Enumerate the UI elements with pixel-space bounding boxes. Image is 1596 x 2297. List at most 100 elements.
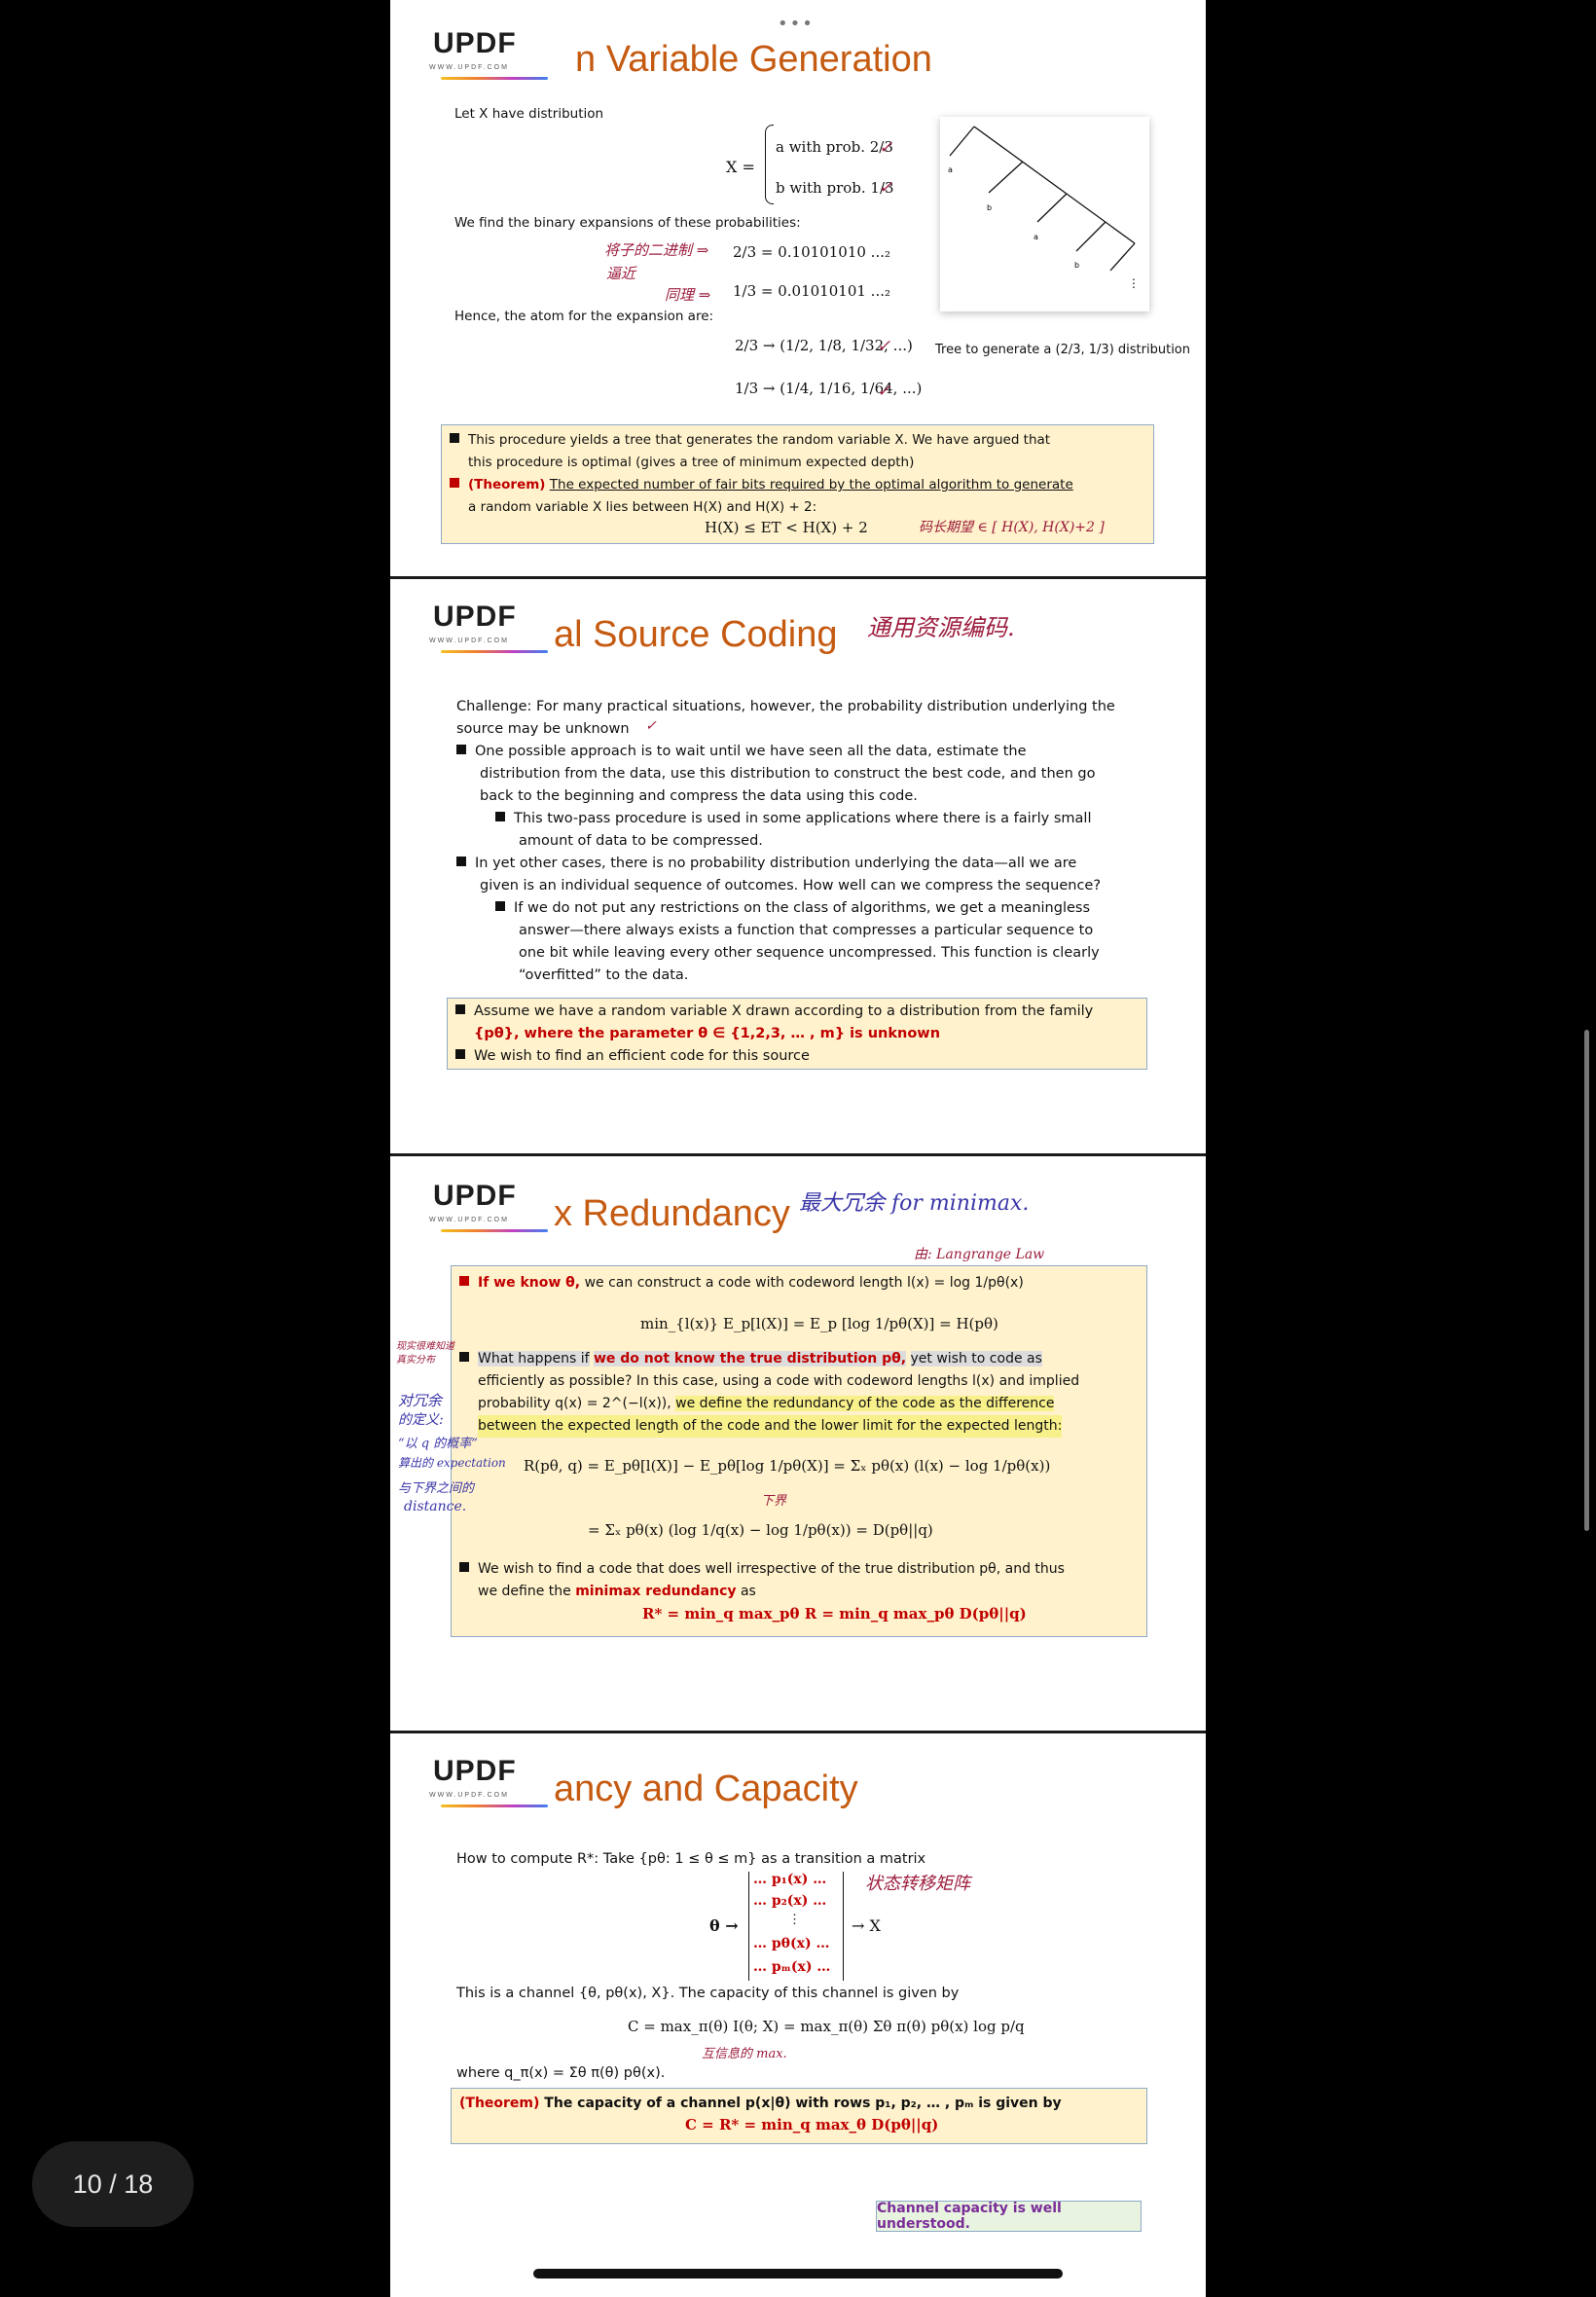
box-line-1: Assume we have a random variable X drawn…: [474, 1003, 1094, 1019]
formula-entropy: min_{l(x)} E_p[l(X)] = E_p [log 1/pθ(X)]…: [640, 1315, 998, 1332]
margin-note: 真实分布: [396, 1355, 435, 1366]
bullet-2-line-1: In yet other cases, there is no probabil…: [475, 856, 1077, 871]
sub-bullet-2-line-3: one bit while leaving every other sequen…: [519, 945, 1100, 961]
box-line-4: probability q(x) = 2^(−l(x)), we define …: [478, 1393, 1055, 1415]
box-line: (Theorem) The expected number of fair bi…: [450, 474, 1073, 496]
formula-redundancy: R(pθ, q) = E_pθ[l(X)] − E_pθ[log 1/pθ(X)…: [524, 1457, 1051, 1475]
bullet-1-line-1: One possible approach is to wait until w…: [475, 744, 1027, 759]
box-line-4-b: we define the redundancy of the code as …: [675, 1396, 1055, 1411]
slide-title: n Variable Generation: [575, 39, 932, 81]
check-mark: ✓: [879, 178, 893, 198]
case-b: b with prob. 1/3: [776, 179, 894, 197]
theorem-label: (Theorem): [468, 477, 546, 492]
tree-svg: a b a b ⋮: [948, 126, 1140, 290]
margin-note: 与下界之间的: [398, 1481, 475, 1496]
logo-text: UPDF: [433, 601, 517, 633]
bullet-2-line-2: given is an individual sequence of outco…: [480, 878, 1102, 893]
box-line: We wish to find an efficient code for th…: [455, 1045, 810, 1068]
box-line-1-rest: we can construct a code with codeword le…: [584, 1275, 1024, 1291]
handwritten-note: 由: Langrange Law: [914, 1247, 1045, 1262]
bullet-icon: [459, 1352, 469, 1362]
page-indicator[interactable]: 10 / 18: [32, 2141, 194, 2227]
sub-bullet-1-line-1: This two-pass procedure is used in some …: [514, 811, 1092, 826]
check-mark: ✓: [879, 138, 893, 158]
box-line-6: We wish to find a code that does well ir…: [459, 1558, 1065, 1581]
intro-text: Let X have distribution: [454, 106, 604, 122]
handwritten-note: 将子的二进制 ⇒: [604, 241, 709, 259]
cases-brace: [765, 125, 774, 204]
handwritten-note: 同理 ⇒: [665, 286, 711, 304]
capacity-theorem-box: (Theorem) The capacity of a channel p(x|…: [451, 2088, 1147, 2144]
home-indicator-bar[interactable]: [533, 2269, 1063, 2279]
red-emphasis: If we know θ,: [478, 1275, 581, 1291]
binary-expansion-2-3: 2/3 = 0.10101010 ...₂: [733, 243, 890, 261]
bullet-icon: [495, 901, 505, 911]
sub-bullet-2-line-2: answer—there always exists a function th…: [519, 923, 1094, 938]
box-formula: H(X) ≤ ET < H(X) + 2: [705, 519, 868, 536]
intro-text: How to compute R*: Take {pθ: 1 ≤ θ ≤ m} …: [456, 1851, 926, 1867]
box-line-6-text: We wish to find a code that does well ir…: [478, 1561, 1065, 1577]
logo-url: WWW.UPDF.COM: [429, 64, 509, 71]
box-line-7: we define the minimax redundancy as: [478, 1581, 756, 1603]
theorem-box: This procedure yields a tree that genera…: [441, 424, 1154, 544]
bullet-icon: [456, 857, 466, 866]
handwritten-note: 码长期望 ∈ [ H(X), H(X)+2 ]: [919, 520, 1105, 535]
box-line-4: a random variable X lies between H(X) an…: [468, 499, 817, 515]
slide-title-text: ancy and Capacity: [554, 1768, 858, 1809]
check-mark: ✓: [877, 382, 891, 401]
more-options-dots[interactable]: •••: [778, 14, 815, 34]
channel-text: This is a channel {θ, pθ(x), X}. The cap…: [456, 1986, 960, 2001]
handwritten-note: 状态转移矩阵: [865, 1874, 970, 1894]
box-line-1: If we know θ, we can construct a code wi…: [459, 1272, 1024, 1294]
logo-url: WWW.UPDF.COM: [429, 1792, 509, 1799]
margin-note: distance.: [404, 1499, 467, 1514]
scrollbar-thumb[interactable]: [1584, 1030, 1589, 1531]
box-line-4-a: probability q(x) = 2^(−l(x)),: [478, 1396, 671, 1411]
box-line-2-a: What happens if: [478, 1351, 590, 1367]
handwritten-title-note: 通用资源编码.: [867, 614, 1015, 641]
box-line-2-b: yet wish to code as: [910, 1351, 1042, 1367]
box-line: This procedure yields a tree that genera…: [450, 429, 1050, 452]
margin-note: “以 q 的概率”: [398, 1437, 478, 1451]
bullet-icon: [455, 1049, 465, 1059]
slide-page-1: ••• UPDF WWW.UPDF.COM n Variable Generat…: [390, 0, 1206, 576]
box-line-1: This procedure yields a tree that genera…: [468, 432, 1051, 448]
tree-label-b: b: [1074, 261, 1079, 270]
atoms-intro: Hence, the atom for the expansion are:: [454, 309, 714, 324]
logo-gradient-bar: [441, 77, 548, 80]
bullet-icon: [456, 745, 466, 754]
transition-matrix: … p₁(x) … … p₂(x) … ⋮ … pθ(x) … … pₘ(x) …: [748, 1872, 844, 1981]
logo-gradient-bar: [441, 1229, 548, 1232]
box-line-2: What happens if we do not know the true …: [459, 1348, 1042, 1370]
box-line-3: The expected number of fair bits require…: [549, 477, 1073, 492]
logo-text: UPDF: [433, 1755, 517, 1787]
slide-title-text: al Source Coding: [554, 614, 838, 655]
margin-note: 算出的 expectation: [398, 1456, 506, 1470]
tree-ellipsis: ⋮: [1128, 276, 1140, 290]
challenge-line-2: source may be unknown: [456, 721, 630, 737]
sub-bullet-2-line-1: If we do not put any restrictions on the…: [514, 900, 1091, 916]
handwritten-note: 互信息的 max.: [702, 2047, 787, 2061]
matrix-row: … pₘ(x) …: [753, 1959, 831, 1975]
bullet-1: One possible approach is to wait until w…: [456, 741, 1027, 763]
handwritten-note: 逼近: [606, 265, 636, 282]
margin-note: 的定义:: [398, 1412, 444, 1428]
challenge-line-1: Challenge: For many practical situations…: [456, 699, 1115, 714]
updf-logo: UPDF WWW.UPDF.COM: [429, 1755, 548, 1807]
updf-logo: UPDF WWW.UPDF.COM: [429, 601, 548, 653]
slide-page-3: UPDF WWW.UPDF.COM x Redundancy 最大冗余 for …: [390, 1156, 1206, 1731]
bullet-icon: [495, 812, 505, 821]
logo-gradient-bar: [441, 1805, 548, 1807]
check-mark: ✓: [645, 718, 657, 734]
box-line-5: between the expected length of the code …: [478, 1415, 1063, 1438]
theorem-line-1: (Theorem) The capacity of a channel p(x|…: [459, 2093, 1062, 2115]
bullet-2: In yet other cases, there is no probabil…: [456, 853, 1076, 875]
slide-title-text: x Redundancy: [554, 1193, 790, 1234]
binary-intro: We find the binary expansions of these p…: [454, 215, 801, 231]
margin-note: 现实很难知道: [396, 1341, 454, 1352]
tree-label-a: a: [1034, 233, 1038, 241]
box-line-7-a: we define the: [478, 1584, 571, 1599]
handwritten-note: 下界: [761, 1494, 787, 1509]
logo-text: UPDF: [433, 27, 517, 59]
capacity-formula: C = max_π(θ) I(θ; X) = max_π(θ) Σθ π(θ) …: [628, 2018, 1025, 2035]
